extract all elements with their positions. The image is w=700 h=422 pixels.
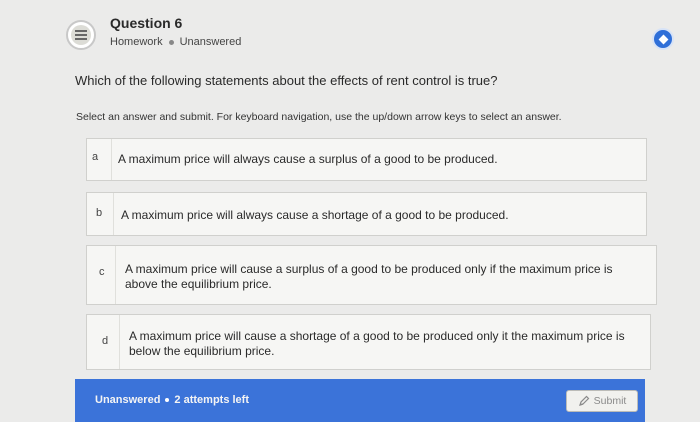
pencil-icon (578, 395, 590, 406)
answer-option-a[interactable]: a A maximum price will always cause a su… (86, 138, 647, 181)
separator-dot (165, 398, 170, 402)
submission-bar: Unanswered 2 attempts left Submit (75, 379, 645, 422)
attempts-left: 2 attempts left (174, 394, 249, 406)
diamond-icon (658, 34, 668, 44)
option-text: A maximum price will cause a surplus of … (125, 262, 613, 291)
quiz-list-icon (66, 20, 96, 50)
option-letter: d (102, 335, 109, 347)
option-letter: b (96, 207, 103, 219)
submit-button[interactable]: Submit (566, 390, 638, 412)
question-title: Question 6 (110, 15, 183, 31)
question-text: Which of the following statements about … (75, 73, 498, 88)
answer-option-c[interactable]: c A maximum price will cause a surplus o… (86, 245, 657, 305)
answer-status: Unanswered (179, 36, 242, 48)
list-glyph (75, 30, 87, 40)
submit-label: Submit (593, 395, 627, 407)
option-text: A maximum price will always cause a shor… (121, 208, 509, 222)
option-text: A maximum price will cause a shortage of… (129, 329, 625, 358)
option-letter: c (99, 266, 105, 278)
option-text: A maximum price will always cause a surp… (118, 152, 498, 166)
question-menu-button[interactable] (652, 28, 674, 50)
assignment-type: Homework (110, 36, 163, 48)
footer-answer-status: Unanswered (95, 394, 161, 406)
answer-option-b[interactable]: b A maximum price will always cause a sh… (86, 192, 647, 236)
instructions-text: Select an answer and submit. For keyboar… (76, 111, 562, 123)
answer-option-d[interactable]: d A maximum price will cause a shortage … (86, 314, 651, 370)
separator-dot (168, 39, 174, 45)
option-letter: a (92, 151, 99, 163)
attempt-status: Unanswered 2 attempts left (95, 394, 249, 406)
question-meta: Homework Unanswered (110, 36, 241, 48)
